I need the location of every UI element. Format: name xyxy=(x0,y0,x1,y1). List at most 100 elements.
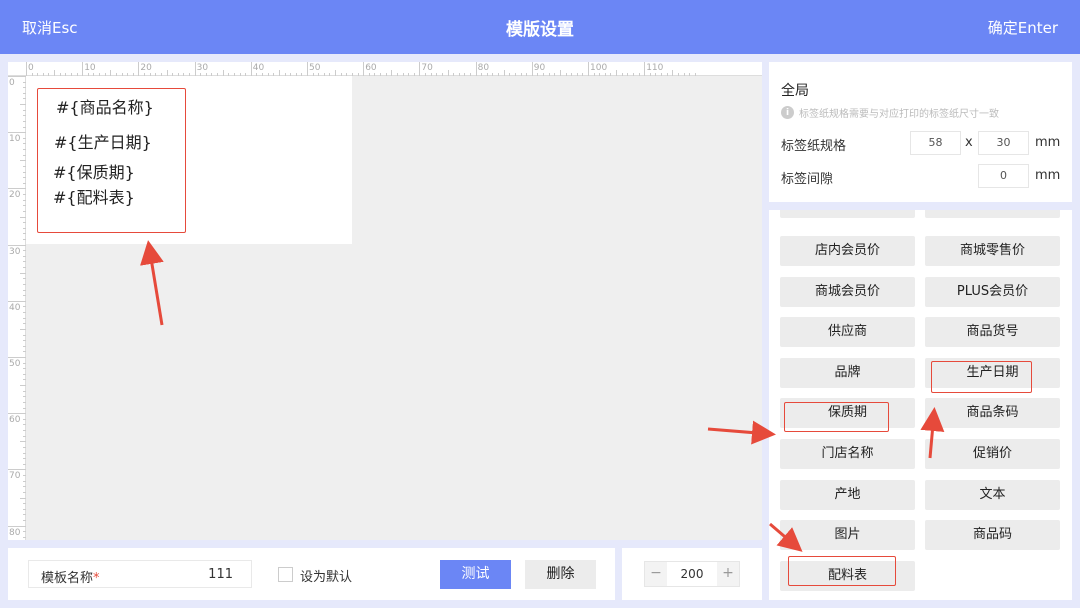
zoom-plus-button[interactable]: + xyxy=(717,562,739,586)
ruler-top-label: 50 xyxy=(309,63,321,73)
ruler-tick xyxy=(23,536,26,538)
field-button[interactable]: 保质期 xyxy=(780,398,915,429)
ruler-tick xyxy=(8,469,26,471)
ruler-tick xyxy=(23,373,26,375)
ruler-tick xyxy=(689,73,691,76)
ruler-tick xyxy=(571,73,573,76)
ruler-tick xyxy=(554,73,556,76)
ruler-tick xyxy=(23,452,26,454)
field-button[interactable]: 店内会员价 xyxy=(780,236,915,266)
field-button[interactable]: 商品码 xyxy=(925,520,1060,551)
ruler-tick xyxy=(23,418,26,420)
ruler-tick xyxy=(559,70,561,76)
global-tip-text: 标签纸规格需要与对应打印的标签纸尺寸一致 xyxy=(799,109,999,120)
ruler-tick xyxy=(23,446,26,448)
field-button[interactable]: 促销价 xyxy=(925,439,1060,469)
template-bottom-bar: 模板名称* 111 设为默认 测试 删除 xyxy=(8,548,615,600)
field-button[interactable]: 商品条码 xyxy=(925,398,1060,429)
ruler-tick xyxy=(486,73,488,76)
ruler-tick xyxy=(677,73,679,76)
field-button[interactable]: 图片 xyxy=(780,520,915,551)
ruler-tick xyxy=(23,435,26,437)
field-button[interactable]: 生产日期 xyxy=(925,357,1060,388)
label-field-shelf-life[interactable]: #{保质期} xyxy=(53,159,135,183)
ruler-tick xyxy=(368,73,370,76)
field-button[interactable]: 商品货号 xyxy=(925,317,1060,348)
ruler-tick xyxy=(23,486,26,488)
ruler-tick xyxy=(23,458,26,460)
ruler-tick xyxy=(402,73,404,76)
ruler-tick xyxy=(23,491,26,493)
ruler-top-label: 70 xyxy=(421,63,433,73)
field-button[interactable]: 供应商 xyxy=(780,317,915,348)
field-button[interactable]: PLUS会员价 xyxy=(925,276,1060,307)
zoom-value[interactable]: 200 xyxy=(667,567,717,581)
field-button[interactable]: 品牌 xyxy=(780,357,915,388)
template-name-value[interactable]: 111 xyxy=(208,567,233,582)
global-tip: i 标签纸规格需要与对应打印的标签纸尺寸一致 xyxy=(781,105,999,120)
zoom-stepper[interactable]: − 200 + xyxy=(644,561,740,587)
ruler-tick xyxy=(23,514,26,516)
ruler-top-label: 30 xyxy=(196,63,209,73)
template-name-field[interactable]: 模板名称* 111 xyxy=(28,560,252,588)
ruler-tick xyxy=(632,73,634,76)
label-paper[interactable]: #{商品名称} #{生产日期} #{保质期} #{配料表} xyxy=(26,76,352,244)
ruler-tick xyxy=(20,385,26,387)
label-size-label: 标签纸规格 xyxy=(781,139,847,154)
ruler-tick xyxy=(23,430,26,432)
ruler-tick xyxy=(604,73,606,76)
label-width-input[interactable]: 58 xyxy=(910,131,961,155)
ruler-tick xyxy=(638,73,640,76)
ruler-tick xyxy=(492,73,494,76)
label-height-input[interactable]: 30 xyxy=(978,131,1029,155)
ruler-tick xyxy=(408,73,410,76)
label-field-product-name[interactable]: #{商品名称} xyxy=(56,94,154,118)
confirm-button[interactable]: 确定Enter xyxy=(988,17,1058,38)
cancel-button[interactable]: 取消Esc xyxy=(22,17,78,38)
label-gap-input[interactable]: 0 xyxy=(978,164,1029,188)
ruler-tick xyxy=(8,525,26,527)
ruler-left-label: 60 xyxy=(9,415,21,426)
field-button[interactable]: 配料表 xyxy=(780,560,915,591)
ruler-tick xyxy=(447,70,449,76)
ruler-tick xyxy=(194,62,196,76)
ruler-tick xyxy=(23,295,26,297)
gap-unit: mm xyxy=(1035,168,1061,183)
field-button[interactable]: 商城会员价 xyxy=(780,276,915,307)
ruler-tick xyxy=(20,272,26,274)
ruler-tick xyxy=(475,62,477,76)
test-button[interactable]: 测试 xyxy=(440,560,511,589)
set-default-label[interactable]: 设为默认 xyxy=(300,566,352,585)
ruler-tick xyxy=(661,73,663,76)
ruler-tick xyxy=(23,390,26,392)
field-button-hidden-right[interactable] xyxy=(925,210,1060,218)
field-button[interactable]: 产地 xyxy=(780,479,915,510)
field-button-hidden-left[interactable] xyxy=(780,210,915,218)
ruler-top-label: 0 xyxy=(28,63,34,73)
ruler-tick xyxy=(307,62,308,76)
ruler-left-label: 10 xyxy=(9,134,21,145)
ruler-tick xyxy=(666,73,668,76)
ruler-left-label: 80 xyxy=(9,527,21,538)
ruler-tick xyxy=(588,62,589,76)
size-times-sign: x xyxy=(965,135,973,150)
ruler-tick xyxy=(441,73,443,76)
field-button[interactable]: 文本 xyxy=(925,479,1060,510)
label-field-ingredients[interactable]: #{配料表} xyxy=(53,184,135,208)
ruler-tick xyxy=(23,396,26,398)
ruler-tick xyxy=(683,73,685,76)
label-field-production-date[interactable]: #{生产日期} xyxy=(54,129,152,153)
delete-button[interactable]: 删除 xyxy=(525,560,596,589)
ruler-tick xyxy=(672,70,674,76)
ruler-tick xyxy=(8,357,26,358)
field-button[interactable]: 商城零售价 xyxy=(925,236,1060,266)
set-default-checkbox[interactable] xyxy=(278,567,293,582)
field-button[interactable]: 门店名称 xyxy=(780,439,915,469)
label-gap-label: 标签间隙 xyxy=(781,172,834,187)
global-settings-panel: 全局 i 标签纸规格需要与对应打印的标签纸尺寸一致 标签纸规格 58 x 30 … xyxy=(769,62,1072,202)
ruler-tick xyxy=(593,73,595,76)
ruler-tick xyxy=(621,73,623,76)
zoom-minus-button[interactable]: − xyxy=(645,562,667,586)
ruler-tick xyxy=(644,62,646,76)
design-canvas[interactable]: 0 10 20 30 40 50 60 70 80 90 100 110 0 10 20 30 40 50 60 7… xyxy=(8,62,762,540)
